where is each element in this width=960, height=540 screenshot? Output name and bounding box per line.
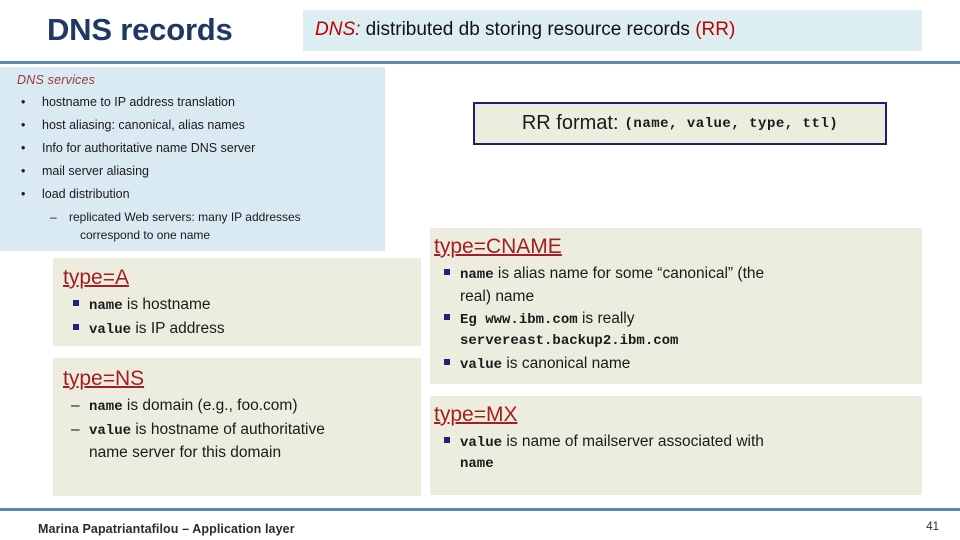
bullet-term: value (89, 322, 132, 338)
record-box-type-ns: type=NS – name is domain (e.g., foo.com)… (53, 358, 421, 496)
list-item: value is IP address (63, 318, 421, 341)
bullet-icon: • (21, 95, 26, 109)
bullet-text: is domain (e.g., foo.com) (122, 397, 298, 414)
bullet-term: value (460, 435, 503, 451)
sub-list-item: – replicated Web servers: many IP addres… (17, 208, 377, 244)
record-box-type-mx: type=MX value is name of mailserver asso… (430, 396, 922, 495)
slide: DNS records DNS: distributed db storing … (0, 0, 960, 540)
record-heading: type=CNAME (434, 235, 562, 258)
bullet-icon: • (21, 118, 26, 132)
sub-list-item-line1: replicated Web servers: many IP addresse… (69, 210, 301, 224)
list-item-label: host aliasing: canonical, alias names (42, 118, 245, 132)
list-item-label: mail server aliasing (42, 164, 149, 178)
bullet-icon: • (21, 187, 26, 201)
footer-divider (0, 508, 960, 511)
bullet-term: value (460, 357, 503, 373)
header-banner-tail: (RR) (695, 19, 736, 41)
list-item: value is canonical name (434, 353, 922, 376)
header-banner-lead: DNS: (315, 19, 361, 41)
page-number: 41 (926, 521, 939, 533)
rr-format-box: RR format: (name, value, type, ttl) (473, 102, 887, 145)
list-item: • Info for authoritative name DNS server (17, 137, 377, 160)
bullet-text: is canonical name (502, 355, 631, 372)
dash-bullet-icon: – (71, 421, 80, 438)
record-bullet-list: name is hostname value is IP address (63, 294, 421, 341)
square-bullet-icon (73, 324, 79, 330)
square-bullet-icon (444, 269, 450, 275)
square-bullet-icon (73, 300, 79, 306)
sub-list-item-line2: correspond to one name (80, 228, 211, 242)
footer-author: Marina Papatriantafilou – Application la… (38, 522, 295, 536)
bullet-term-line2: name (460, 456, 494, 472)
list-item: name is alias name for some “canonical” … (434, 263, 922, 307)
bullet-text: is really (577, 310, 635, 327)
bullet-text-line2: real) name (460, 288, 535, 305)
bullet-term: value (89, 423, 132, 439)
bullet-icon: • (21, 141, 26, 155)
bullet-text: is hostname (122, 296, 211, 313)
bullet-term: name (89, 399, 123, 415)
bullet-text: is hostname of authoritative (131, 421, 325, 438)
list-item: name is hostname (63, 294, 421, 317)
header-divider (0, 61, 960, 64)
square-bullet-icon (444, 437, 450, 443)
bullet-term: name (89, 298, 123, 314)
square-bullet-icon (444, 359, 450, 365)
record-box-type-cname: type=CNAME name is alias name for some “… (430, 228, 922, 384)
dash-bullet-icon: – (50, 210, 57, 224)
dns-services-heading: DNS services (17, 73, 96, 87)
list-item: – name is domain (e.g., foo.com) (63, 395, 421, 418)
bullet-term: name (460, 267, 494, 283)
list-item: • hostname to IP address translation (17, 91, 377, 114)
bullet-term: www.ibm.com (485, 312, 578, 328)
header-banner: DNS: distributed db storing resource rec… (303, 10, 922, 51)
list-item: • mail server aliasing (17, 160, 377, 183)
record-heading: type=A (63, 266, 129, 289)
list-item: value is name of mailserver associated w… (434, 431, 922, 475)
bullet-term-line2: servereast.backup2.ibm.com (460, 333, 679, 349)
bullet-term-lead: Eg (460, 312, 486, 328)
rr-format-label: RR format: (521, 112, 619, 134)
list-item: Eg www.ibm.com is really servereast.back… (434, 308, 922, 352)
record-bullet-list: value is name of mailserver associated w… (434, 431, 922, 475)
dash-bullet-icon: – (71, 397, 80, 414)
bullet-text: is alias name for some “canonical” (the (493, 265, 765, 282)
page-title: DNS records (47, 12, 233, 47)
bullet-icon: • (21, 164, 26, 178)
record-bullet-list: – name is domain (e.g., foo.com) – value… (63, 395, 421, 463)
record-heading: type=NS (63, 367, 145, 390)
rr-format-signature: (name, value, type, ttl) (624, 115, 839, 132)
header-banner-middle: distributed db storing resource records (360, 19, 696, 41)
bullet-text: is IP address (131, 320, 225, 337)
list-item: • host aliasing: canonical, alias names (17, 114, 377, 137)
header-banner-text: DNS: distributed db storing resource rec… (303, 19, 735, 42)
record-bullet-list: name is alias name for some “canonical” … (434, 263, 922, 376)
dns-services-list: • hostname to IP address translation • h… (17, 91, 377, 244)
list-item: • load distribution (17, 183, 377, 206)
bullet-text-line2: name server for this domain (89, 444, 282, 461)
bullet-text: is name of mailserver associated with (502, 433, 764, 450)
list-item-label: Info for authoritative name DNS server (42, 141, 256, 155)
list-item: – value is hostname of authoritative nam… (63, 419, 421, 463)
record-heading: type=MX (434, 403, 518, 426)
record-box-type-a: type=A name is hostname value is IP addr… (53, 258, 421, 346)
list-item-label: load distribution (42, 187, 130, 201)
dns-services-panel: DNS services • hostname to IP address tr… (0, 67, 385, 251)
list-item-label: hostname to IP address translation (42, 95, 235, 109)
square-bullet-icon (444, 314, 450, 320)
